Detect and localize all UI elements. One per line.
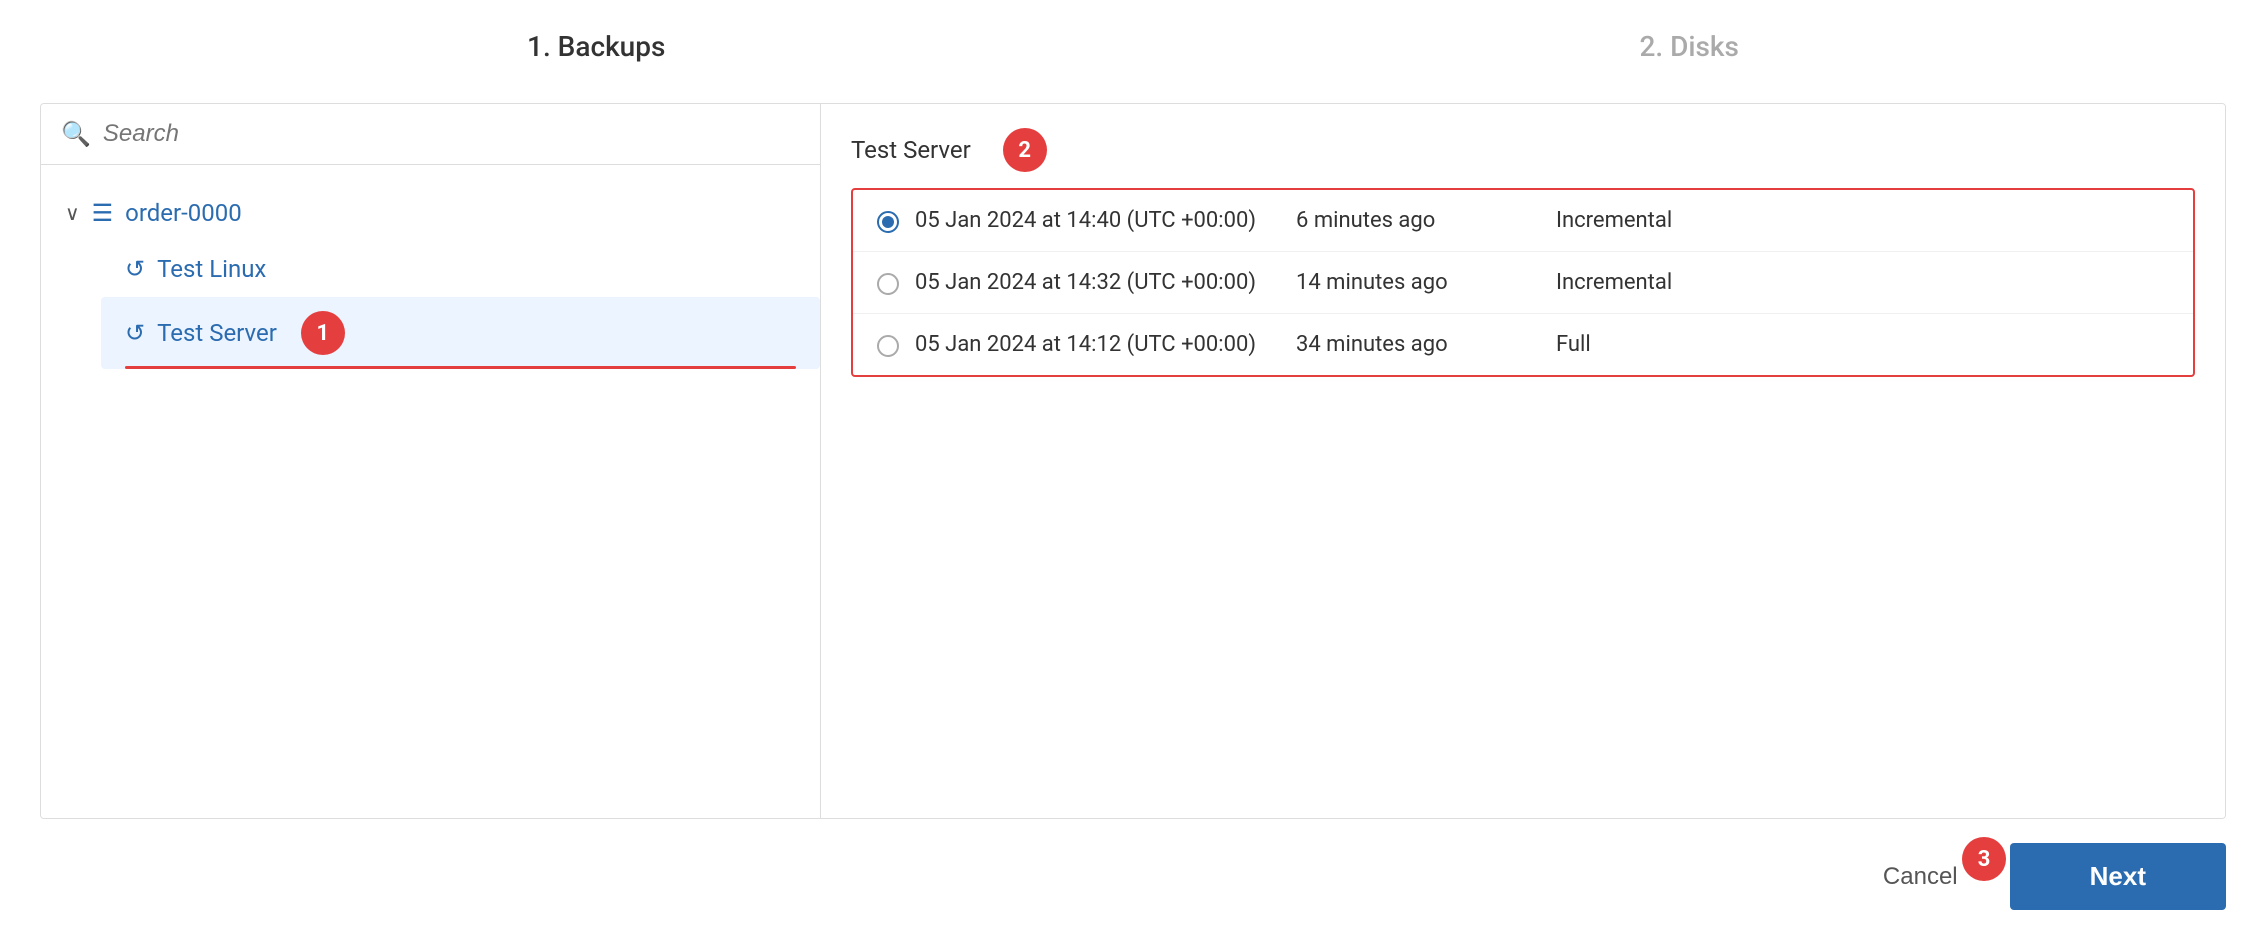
right-panel: Test Server 2 05 Jan 2024 at 14:40 (UTC … bbox=[821, 104, 2225, 818]
badge-2: 2 bbox=[1003, 128, 1047, 172]
backup-ago-1: 6 minutes ago bbox=[1296, 208, 1516, 233]
backup-type-2: Incremental bbox=[1556, 270, 1672, 295]
chevron-down-icon: ∨ bbox=[65, 201, 80, 225]
badge-3: 3 bbox=[1962, 837, 2006, 881]
item-label-test-linux: Test Linux bbox=[157, 255, 266, 283]
wizard-footer: 3 Cancel Next bbox=[40, 819, 2226, 910]
wizard-container: 1. Backups 2. Disks 🔍 ∨ ☰ order-0000 bbox=[0, 0, 2266, 940]
step1-label: 1. Backups bbox=[527, 30, 665, 63]
tree-children: ↺ Test Linux ↺ Test Server 1 bbox=[41, 241, 820, 369]
backup-info-3: 05 Jan 2024 at 14:12 (UTC +00:00) 34 min… bbox=[915, 332, 2169, 357]
radio-backup-3[interactable] bbox=[877, 335, 899, 357]
search-input[interactable] bbox=[103, 120, 800, 148]
backup-ago-3: 34 minutes ago bbox=[1296, 332, 1516, 357]
search-bar: 🔍 bbox=[41, 104, 820, 165]
backup-ago-2: 14 minutes ago bbox=[1296, 270, 1516, 295]
backup-list: 05 Jan 2024 at 14:40 (UTC +00:00) 6 minu… bbox=[851, 188, 2195, 377]
restore-icon-2: ↺ bbox=[125, 319, 145, 347]
backup-type-1: Incremental bbox=[1556, 208, 1672, 233]
backup-datetime-3: 05 Jan 2024 at 14:12 (UTC +00:00) bbox=[915, 332, 1256, 357]
backup-datetime-1: 05 Jan 2024 at 14:40 (UTC +00:00) bbox=[915, 208, 1256, 233]
backup-info-1: 05 Jan 2024 at 14:40 (UTC +00:00) 6 minu… bbox=[915, 208, 2169, 233]
backup-item-3[interactable]: 05 Jan 2024 at 14:12 (UTC +00:00) 34 min… bbox=[853, 314, 2193, 375]
right-panel-header: Test Server 2 bbox=[851, 128, 2195, 172]
server-icon: ☰ bbox=[92, 199, 114, 227]
search-icon: 🔍 bbox=[61, 120, 91, 148]
next-button[interactable]: Next bbox=[2010, 843, 2226, 910]
backup-info-2: 05 Jan 2024 at 14:32 (UTC +00:00) 14 min… bbox=[915, 270, 2169, 295]
backup-type-3: Full bbox=[1556, 332, 1591, 357]
panel-title: Test Server bbox=[851, 136, 971, 164]
left-panel: 🔍 ∨ ☰ order-0000 ↺ Test Linux bbox=[41, 104, 821, 818]
radio-backup-2[interactable] bbox=[877, 273, 899, 295]
tree-group: ∨ ☰ order-0000 ↺ Test Linux ↺ Tes bbox=[41, 185, 820, 369]
tree-group-header[interactable]: ∨ ☰ order-0000 bbox=[41, 185, 820, 241]
tree-item-test-server[interactable]: ↺ Test Server 1 bbox=[101, 297, 820, 369]
backup-datetime-2: 05 Jan 2024 at 14:32 (UTC +00:00) bbox=[915, 270, 1256, 295]
group-label: order-0000 bbox=[125, 199, 242, 227]
item-label-test-server: Test Server bbox=[157, 319, 277, 347]
wizard-steps: 1. Backups 2. Disks bbox=[40, 30, 2226, 73]
radio-backup-1[interactable] bbox=[877, 211, 899, 233]
restore-icon: ↺ bbox=[125, 255, 145, 283]
tree-item-test-linux[interactable]: ↺ Test Linux bbox=[101, 241, 820, 297]
tree-area: ∨ ☰ order-0000 ↺ Test Linux ↺ Tes bbox=[41, 165, 820, 818]
badge-1: 1 bbox=[301, 311, 345, 355]
step2-label: 2. Disks bbox=[1639, 30, 1739, 63]
wizard-body: 🔍 ∨ ☰ order-0000 ↺ Test Linux bbox=[40, 103, 2226, 819]
backup-item-2[interactable]: 05 Jan 2024 at 14:32 (UTC +00:00) 14 min… bbox=[853, 252, 2193, 314]
backup-item-1[interactable]: 05 Jan 2024 at 14:40 (UTC +00:00) 6 minu… bbox=[853, 190, 2193, 252]
